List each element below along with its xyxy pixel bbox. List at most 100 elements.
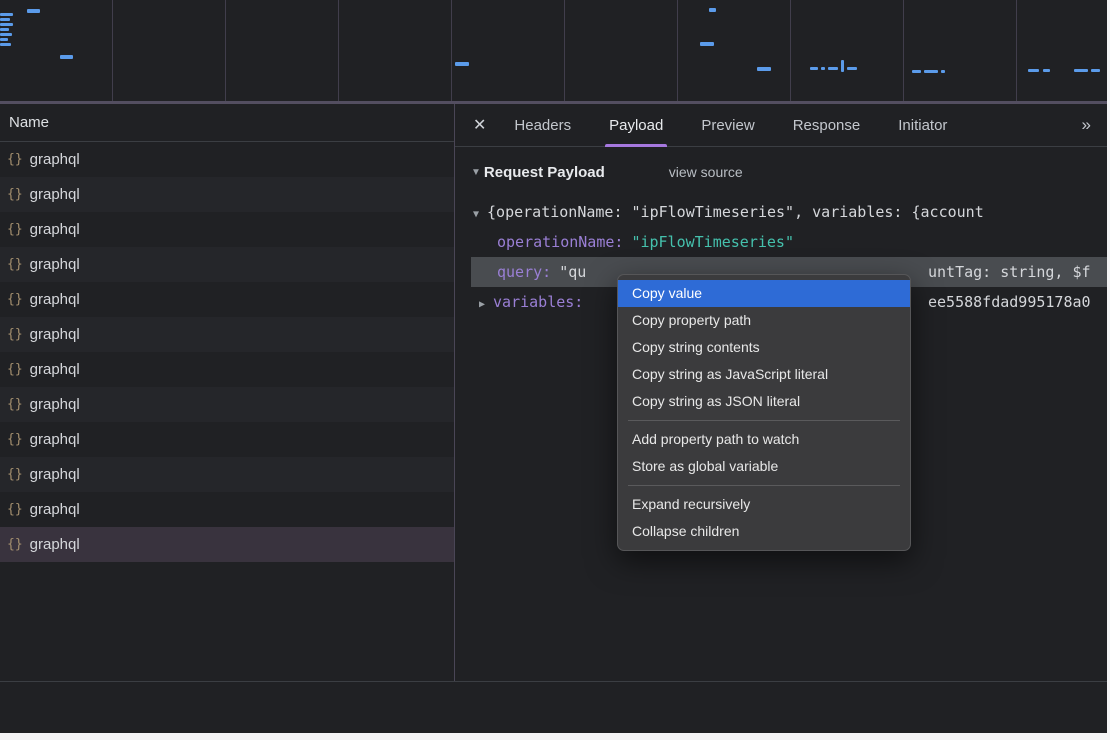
- menu-item-expand-recursively[interactable]: Expand recursively: [618, 491, 910, 518]
- menu-item-collapse-children[interactable]: Collapse children: [618, 518, 910, 545]
- tab-response[interactable]: Response: [789, 104, 865, 147]
- request-timeline-bar[interactable]: [1074, 69, 1088, 72]
- payload-root-row[interactable]: ▼ {operationName: "ipFlowTimeseries", var…: [471, 197, 1107, 227]
- request-row[interactable]: {} graphql: [0, 317, 454, 352]
- close-icon[interactable]: ✕: [473, 115, 486, 135]
- request-row[interactable]: {} graphql: [0, 492, 454, 527]
- menu-item-copy-string-contents[interactable]: Copy string contents: [618, 334, 910, 361]
- request-timeline-bar[interactable]: [841, 60, 844, 72]
- request-timeline-bar[interactable]: [0, 38, 8, 41]
- property-value-left: "qu: [559, 263, 586, 281]
- json-braces-icon: {}: [7, 362, 23, 377]
- requests-panel: Name {} graphql {} graphql {} graphql {} graphq…: [0, 104, 455, 681]
- request-row[interactable]: {} graphql: [0, 422, 454, 457]
- json-braces-icon: {}: [7, 397, 23, 412]
- context-menu: Copy valueCopy property pathCopy string …: [617, 274, 911, 551]
- request-row[interactable]: {} graphql: [0, 387, 454, 422]
- json-braces-icon: {}: [7, 222, 23, 237]
- request-timeline-bar[interactable]: [0, 18, 10, 21]
- request-timeline-bar[interactable]: [941, 70, 945, 73]
- request-timeline-bar[interactable]: [0, 13, 13, 16]
- request-row[interactable]: {}graphql: [0, 282, 454, 317]
- request-timeline-bar[interactable]: [0, 33, 12, 36]
- request-timeline-bar[interactable]: [1091, 69, 1100, 72]
- tab-headers[interactable]: Headers: [510, 104, 575, 147]
- request-timeline-bar[interactable]: [912, 70, 921, 73]
- property-key: variables:: [493, 293, 591, 311]
- request-timeline-bar[interactable]: [1043, 69, 1050, 72]
- request-name: graphql: [30, 186, 80, 203]
- request-name: graphql: [30, 396, 80, 413]
- request-name: graphql: [30, 361, 80, 378]
- menu-item-copy-string-as-json-literal[interactable]: Copy string as JSON literal: [618, 388, 910, 415]
- request-timeline-bar[interactable]: [709, 8, 716, 12]
- menu-divider: [628, 420, 900, 421]
- request-timeline-bar[interactable]: [455, 62, 469, 66]
- json-braces-icon: {}: [7, 327, 23, 342]
- object-preview-text: {operationName: "ipFlowTimeseries", vari…: [487, 203, 984, 221]
- json-braces-icon: {}: [7, 432, 23, 447]
- request-timeline-bar[interactable]: [810, 67, 818, 70]
- property-value-right: untTag: string, $f: [928, 257, 1091, 287]
- request-timeline-bar[interactable]: [27, 9, 40, 13]
- json-braces-icon: {}: [7, 152, 23, 167]
- json-braces-icon: {}: [7, 502, 23, 517]
- request-timeline-bar[interactable]: [0, 43, 11, 46]
- property-key: operationName:: [497, 233, 631, 251]
- menu-item-copy-value[interactable]: Copy value: [618, 280, 910, 307]
- request-name: graphql: [30, 431, 80, 448]
- json-braces-icon: {}: [7, 467, 23, 482]
- request-timeline-bar[interactable]: [924, 70, 938, 73]
- json-braces-icon: {}: [7, 537, 23, 552]
- request-row[interactable]: {} graphql: [0, 177, 454, 212]
- menu-item-store-as-global-variable[interactable]: Store as global variable: [618, 453, 910, 480]
- overview-strip[interactable]: [0, 0, 1107, 104]
- status-bottom-bar: [0, 681, 1107, 730]
- name-column-header[interactable]: Name: [0, 104, 454, 142]
- request-name: graphql: [30, 221, 80, 238]
- menu-divider: [628, 485, 900, 486]
- expand-triangle-icon[interactable]: ▼: [473, 200, 479, 227]
- request-timeline-bar[interactable]: [847, 67, 857, 70]
- request-name: graphql: [30, 536, 80, 553]
- request-timeline-bar[interactable]: [1028, 69, 1039, 72]
- request-name: graphql: [30, 326, 80, 343]
- tab-initiator[interactable]: Initiator: [894, 104, 951, 147]
- request-name: graphql: [30, 151, 80, 168]
- section-title: Request Payload: [484, 164, 605, 181]
- request-timeline-bar[interactable]: [0, 28, 9, 31]
- expand-triangle-icon[interactable]: ▶: [479, 290, 485, 317]
- request-name: graphql: [30, 501, 80, 518]
- request-row[interactable]: {} graphql: [0, 247, 454, 282]
- request-name: graphql: [30, 256, 80, 273]
- request-row[interactable]: {} graphql: [0, 212, 454, 247]
- tab-preview[interactable]: Preview: [697, 104, 758, 147]
- request-name: graphql: [30, 466, 80, 483]
- request-row[interactable]: {} graphql: [0, 457, 454, 492]
- network-main-split: Name {} graphql {} graphql {} graphql {} graphq…: [0, 104, 1107, 681]
- menu-item-add-property-path-to-watch[interactable]: Add property path to watch: [618, 426, 910, 453]
- request-payload-section-header: ▼ Request Payload view source: [471, 161, 1107, 183]
- json-braces-icon: {}: [7, 187, 23, 202]
- menu-item-copy-string-as-javascript-literal[interactable]: Copy string as JavaScript literal: [618, 361, 910, 388]
- request-timeline-bar[interactable]: [700, 42, 714, 46]
- devtools-window: Name {} graphql {} graphql {} graphql {} graphq…: [0, 0, 1107, 733]
- property-key: query:: [497, 263, 559, 281]
- request-row[interactable]: {} graphql: [0, 352, 454, 387]
- section-collapse-triangle-icon[interactable]: ▼: [471, 167, 481, 178]
- request-timeline-bar[interactable]: [828, 67, 838, 70]
- tab-payload[interactable]: Payload: [605, 104, 667, 147]
- payload-row-operationname[interactable]: operationName:"ipFlowTimeseries": [471, 227, 1107, 257]
- request-name: graphql: [30, 291, 80, 308]
- view-source-link[interactable]: view source: [669, 164, 743, 180]
- request-timeline-bar[interactable]: [821, 67, 825, 70]
- request-timeline-bar[interactable]: [0, 23, 13, 26]
- menu-item-copy-property-path[interactable]: Copy property path: [618, 307, 910, 334]
- request-row[interactable]: {} graphql: [0, 527, 454, 562]
- property-value-right: ee5588fdad995178a0: [928, 287, 1091, 317]
- request-row[interactable]: {} graphql: [0, 142, 454, 177]
- more-tabs-icon[interactable]: »: [1082, 115, 1091, 135]
- request-timeline-bar[interactable]: [757, 67, 771, 71]
- json-braces-icon: {}: [7, 257, 23, 272]
- request-timeline-bar[interactable]: [60, 55, 73, 59]
